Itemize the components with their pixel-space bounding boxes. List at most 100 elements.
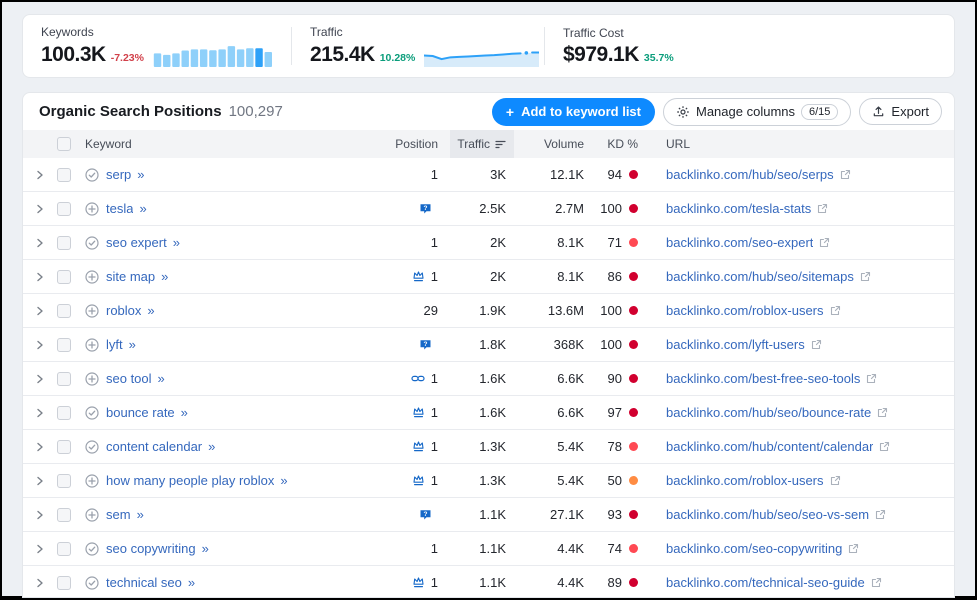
keyword-variations-icon[interactable]: » — [173, 235, 180, 250]
row-checkbox[interactable] — [57, 541, 71, 556]
external-link-icon[interactable] — [875, 509, 886, 520]
keyword-add-icon[interactable] — [85, 371, 99, 386]
keyword-link[interactable]: tesla — [106, 201, 133, 216]
url-link[interactable]: backlinko.com/seo-copywriting — [666, 541, 842, 556]
row-checkbox[interactable] — [57, 575, 71, 590]
keyword-link[interactable]: seo copywriting — [106, 541, 196, 556]
external-link-icon[interactable] — [879, 441, 890, 452]
url-link[interactable]: backlinko.com/technical-seo-guide — [666, 575, 865, 590]
keyword-in-list-icon[interactable] — [85, 405, 99, 420]
row-expand-chevron-icon[interactable] — [36, 374, 44, 384]
url-link[interactable]: backlinko.com/seo-expert — [666, 235, 813, 250]
keyword-variations-icon[interactable]: » — [181, 405, 188, 420]
row-checkbox[interactable] — [57, 337, 71, 352]
url-link[interactable]: backlinko.com/hub/seo/bounce-rate — [666, 405, 871, 420]
keyword-link[interactable]: sem — [106, 507, 131, 522]
row-expand-chevron-icon[interactable] — [36, 204, 44, 214]
keyword-link[interactable]: seo tool — [106, 371, 152, 386]
external-link-icon[interactable] — [830, 305, 841, 316]
url-link[interactable]: backlinko.com/hub/content/calendar — [666, 439, 873, 454]
column-header-url[interactable]: URL — [654, 130, 954, 158]
url-link[interactable]: backlinko.com/roblox-users — [666, 473, 824, 488]
row-checkbox[interactable] — [57, 235, 71, 250]
keyword-variations-icon[interactable]: » — [147, 303, 154, 318]
keyword-add-icon[interactable] — [85, 473, 99, 488]
add-to-keyword-list-button[interactable]: + Add to keyword list — [491, 97, 655, 126]
keyword-in-list-icon[interactable] — [85, 541, 99, 556]
row-expand-chevron-icon[interactable] — [36, 578, 44, 588]
keyword-link[interactable]: how many people play roblox — [106, 473, 274, 488]
row-checkbox[interactable] — [57, 439, 71, 454]
row-checkbox[interactable] — [57, 167, 71, 182]
column-header-volume[interactable]: Volume — [514, 130, 590, 158]
column-header-keyword[interactable]: Keyword — [85, 130, 378, 158]
export-button[interactable]: Export — [859, 98, 942, 125]
keyword-add-icon[interactable] — [85, 507, 99, 522]
row-expand-chevron-icon[interactable] — [36, 408, 44, 418]
url-link[interactable]: backlinko.com/hub/seo/sitemaps — [666, 269, 854, 284]
row-expand-chevron-icon[interactable] — [36, 442, 44, 452]
row-expand-chevron-icon[interactable] — [36, 476, 44, 486]
keyword-link[interactable]: lyft — [106, 337, 123, 352]
row-checkbox[interactable] — [57, 269, 71, 284]
keyword-link[interactable]: site map — [106, 269, 155, 284]
row-expand-chevron-icon[interactable] — [36, 340, 44, 350]
row-checkbox[interactable] — [57, 201, 71, 216]
keyword-add-icon[interactable] — [85, 303, 99, 318]
url-link[interactable]: backlinko.com/lyft-users — [666, 337, 805, 352]
external-link-icon[interactable] — [860, 271, 871, 282]
row-expand-chevron-icon[interactable] — [36, 170, 44, 180]
keyword-link[interactable]: content calendar — [106, 439, 202, 454]
column-header-kd[interactable]: KD % — [590, 130, 654, 158]
keyword-variations-icon[interactable]: » — [137, 167, 144, 182]
external-link-icon[interactable] — [866, 373, 877, 384]
external-link-icon[interactable] — [819, 237, 830, 248]
keyword-variations-icon[interactable]: » — [139, 201, 146, 216]
url-link[interactable]: backlinko.com/hub/seo/seo-vs-sem — [666, 507, 869, 522]
keyword-in-list-icon[interactable] — [85, 235, 99, 250]
keyword-variations-icon[interactable]: » — [188, 575, 195, 590]
manage-columns-button[interactable]: Manage columns 6/15 — [663, 97, 852, 126]
keyword-in-list-icon[interactable] — [85, 167, 99, 182]
url-link[interactable]: backlinko.com/hub/seo/serps — [666, 167, 834, 182]
column-header-position[interactable]: Position — [378, 130, 450, 158]
url-link[interactable]: backlinko.com/best-free-seo-tools — [666, 371, 860, 386]
row-expand-chevron-icon[interactable] — [36, 544, 44, 554]
row-expand-chevron-icon[interactable] — [36, 510, 44, 520]
keyword-variations-icon[interactable]: » — [202, 541, 209, 556]
keyword-in-list-icon[interactable] — [85, 439, 99, 454]
keyword-in-list-icon[interactable] — [85, 575, 99, 590]
keyword-link[interactable]: serp — [106, 167, 131, 182]
keyword-variations-icon[interactable]: » — [280, 473, 287, 488]
url-link[interactable]: backlinko.com/tesla-stats — [666, 201, 811, 216]
row-expand-chevron-icon[interactable] — [36, 272, 44, 282]
row-expand-chevron-icon[interactable] — [36, 306, 44, 316]
row-checkbox[interactable] — [57, 507, 71, 522]
row-checkbox[interactable] — [57, 405, 71, 420]
select-all-checkbox[interactable] — [57, 137, 71, 151]
keyword-add-icon[interactable] — [85, 201, 99, 216]
keyword-add-icon[interactable] — [85, 269, 99, 284]
keyword-add-icon[interactable] — [85, 337, 99, 352]
keyword-link[interactable]: seo expert — [106, 235, 167, 250]
external-link-icon[interactable] — [848, 543, 859, 554]
url-link[interactable]: backlinko.com/roblox-users — [666, 303, 824, 318]
keyword-variations-icon[interactable]: » — [137, 507, 144, 522]
keyword-link[interactable]: bounce rate — [106, 405, 175, 420]
row-checkbox[interactable] — [57, 371, 71, 386]
keyword-variations-icon[interactable]: » — [158, 371, 165, 386]
keyword-variations-icon[interactable]: » — [129, 337, 136, 352]
keyword-variations-icon[interactable]: » — [208, 439, 215, 454]
external-link-icon[interactable] — [871, 577, 882, 588]
keyword-link[interactable]: technical seo — [106, 575, 182, 590]
keyword-variations-icon[interactable]: » — [161, 269, 168, 284]
external-link-icon[interactable] — [877, 407, 888, 418]
row-expand-chevron-icon[interactable] — [36, 238, 44, 248]
external-link-icon[interactable] — [811, 339, 822, 350]
external-link-icon[interactable] — [817, 203, 828, 214]
keyword-link[interactable]: roblox — [106, 303, 141, 318]
row-checkbox[interactable] — [57, 473, 71, 488]
external-link-icon[interactable] — [830, 475, 841, 486]
external-link-icon[interactable] — [840, 169, 851, 180]
row-checkbox[interactable] — [57, 303, 71, 318]
